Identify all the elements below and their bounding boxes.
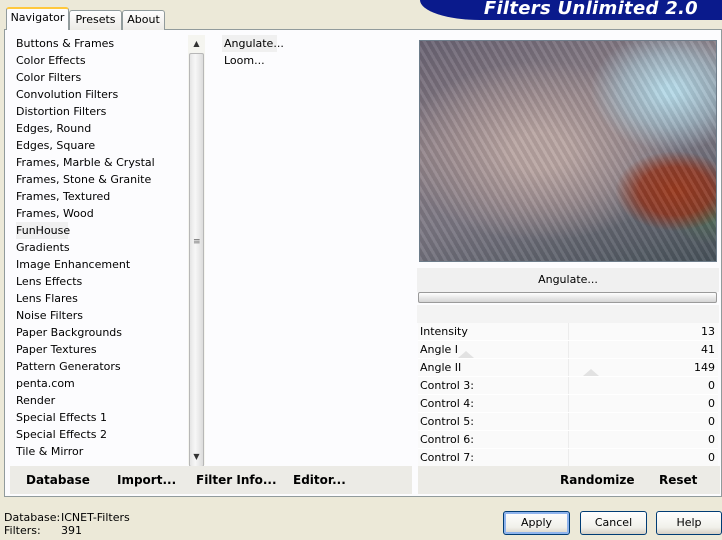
editor-button[interactable]: Editor... — [293, 466, 346, 494]
control-value: 0 — [708, 433, 715, 446]
control-label: Angle II — [420, 361, 462, 374]
control-value: 0 — [708, 397, 715, 410]
apply-button[interactable]: Apply — [503, 511, 570, 535]
filter-item[interactable]: Angulate... — [222, 35, 284, 52]
filter-info-button[interactable]: Filter Info... — [196, 466, 277, 494]
control-slider[interactable]: Angle II 149 — [418, 359, 718, 377]
filter-name-label: Angulate... — [417, 268, 719, 292]
grip-icon: ≡ — [193, 237, 201, 247]
control-value: 0 — [708, 451, 715, 464]
category-item[interactable]: Distortion Filters — [16, 103, 186, 120]
control-slider[interactable]: Control 3: 0 — [418, 377, 718, 395]
category-item[interactable]: Color Effects — [16, 52, 186, 69]
control-value: 41 — [701, 343, 715, 356]
category-item[interactable]: Lens Flares — [16, 290, 186, 307]
scroll-thumb[interactable] — [189, 53, 204, 467]
control-value: 13 — [701, 325, 715, 338]
scroll-down-icon[interactable]: ▼ — [188, 448, 205, 465]
category-item[interactable]: Color Filters — [16, 69, 186, 86]
tab-about[interactable]: About — [122, 10, 165, 30]
category-item[interactable]: Tile & Mirror — [16, 443, 186, 460]
preview-image — [419, 40, 717, 262]
category-item[interactable]: Special Effects 2 — [16, 426, 186, 443]
control-value: 0 — [708, 415, 715, 428]
logo-banner: Filters Unlimited 2.0 — [420, 0, 722, 20]
category-scrollbar[interactable]: ▲ ≡ ▼ — [188, 35, 205, 467]
category-item[interactable]: Special Effects 1 — [16, 409, 186, 426]
reset-button[interactable]: Reset — [659, 466, 697, 494]
randomize-button[interactable]: Randomize — [560, 466, 634, 494]
control-slider[interactable]: Intensity 13 — [418, 323, 718, 341]
control-label: Intensity — [420, 325, 468, 338]
controls-panel: Intensity 13 Angle I 41 Angle II 149 Control 3… — [418, 323, 718, 467]
filter-list[interactable]: Angulate... Loom... — [222, 35, 412, 69]
category-item[interactable]: Frames, Wood — [16, 205, 186, 222]
category-item[interactable]: Lens Effects — [16, 273, 186, 290]
category-item[interactable]: Buttons & Frames — [16, 35, 186, 52]
logo-text: Filters Unlimited 2.0 — [483, 0, 698, 19]
control-value: 149 — [694, 361, 715, 374]
status-database-label: Database: — [4, 511, 61, 524]
category-item[interactable]: Gradients — [16, 239, 186, 256]
category-item[interactable]: Paper Textures — [16, 341, 186, 358]
right-toolbar: Randomize Reset — [418, 466, 720, 494]
help-button[interactable]: Help — [656, 511, 722, 535]
category-item[interactable]: Paper Backgrounds — [16, 324, 186, 341]
control-label: Control 3: — [420, 379, 474, 392]
control-label: Control 5: — [420, 415, 474, 428]
tab-presets[interactable]: Presets — [69, 10, 122, 30]
category-item[interactable]: Noise Filters — [16, 307, 186, 324]
import-button[interactable]: Import... — [117, 466, 176, 494]
category-item[interactable]: penta.com — [16, 375, 186, 392]
database-button[interactable]: Database — [26, 466, 90, 494]
status-filters-value: 391 — [61, 524, 82, 537]
status-filters: Filters: 391 — [4, 524, 82, 537]
control-label: Control 6: — [420, 433, 474, 446]
slider-marker-icon[interactable] — [458, 351, 474, 358]
category-item[interactable]: FunHouse — [16, 222, 70, 239]
slider-marker-icon[interactable] — [583, 369, 599, 376]
control-value: 0 — [708, 379, 715, 392]
category-item[interactable]: Edges, Square — [16, 137, 186, 154]
category-item[interactable]: Edges, Round — [16, 120, 186, 137]
status-database: Database: ICNET-Filters — [4, 511, 130, 524]
cancel-button[interactable]: Cancel — [580, 511, 647, 535]
category-item[interactable]: Frames, Textured — [16, 188, 186, 205]
control-slider[interactable]: Control 4: 0 — [418, 395, 718, 413]
status-filters-label: Filters: — [4, 524, 41, 537]
category-item[interactable]: Pattern Generators — [16, 358, 186, 375]
control-label: Angle I — [420, 343, 459, 356]
progress-bar — [418, 292, 717, 303]
left-toolbar: Database Import... Filter Info... Editor… — [10, 466, 412, 494]
control-label: Control 4: — [420, 397, 474, 410]
status-database-value: ICNET-Filters — [61, 511, 130, 524]
category-item[interactable]: Convolution Filters — [16, 86, 186, 103]
control-slider[interactable]: Control 7: 0 — [418, 449, 718, 467]
control-slider[interactable]: Control 6: 0 — [418, 431, 718, 449]
category-item[interactable]: Image Enhancement — [16, 256, 186, 273]
category-item[interactable]: Frames, Stone & Granite — [16, 171, 186, 188]
scroll-up-icon[interactable]: ▲ — [188, 35, 205, 52]
control-slider[interactable]: Angle I 41 — [418, 341, 718, 359]
category-item[interactable]: Frames, Marble & Crystal — [16, 154, 186, 171]
tab-navigator[interactable]: Navigator — [6, 7, 69, 30]
control-label: Control 7: — [420, 451, 474, 464]
category-item[interactable]: Render — [16, 392, 186, 409]
filter-item[interactable]: Loom... — [222, 52, 412, 69]
category-list[interactable]: Buttons & Frames Color Effects Color Filte… — [16, 35, 186, 465]
control-slider[interactable]: Control 5: 0 — [418, 413, 718, 431]
